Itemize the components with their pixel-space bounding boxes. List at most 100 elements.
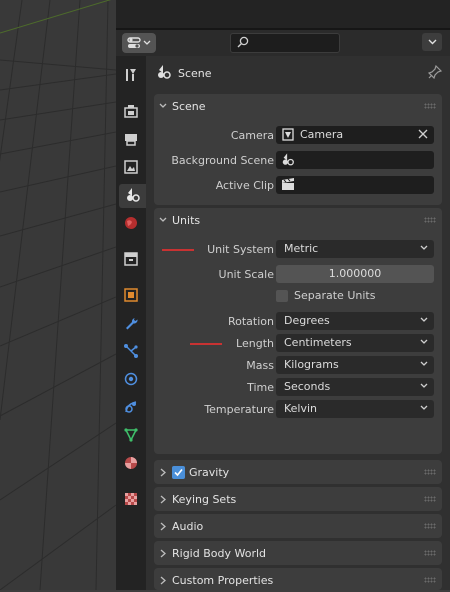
chevron-down-icon: [154, 217, 172, 223]
tab-texture[interactable]: [119, 488, 143, 512]
particles-icon: [123, 343, 139, 362]
gravity-panel-header[interactable]: Gravity: [154, 460, 442, 484]
tab-scene[interactable]: [119, 184, 146, 208]
object-icon: [123, 287, 139, 306]
chevron-down-icon: [420, 379, 428, 396]
rotation-dropdown[interactable]: Degrees: [276, 312, 434, 330]
panel-title: Scene: [172, 99, 206, 113]
wrench-icon: [123, 315, 139, 334]
separate-units-row: Separate Units: [154, 287, 442, 307]
panel-title: Custom Properties: [172, 573, 274, 587]
output-icon: [123, 131, 139, 150]
rigid-body-world-panel[interactable]: Rigid Body World: [154, 541, 442, 565]
unit-scale-value: 1.000000: [328, 267, 382, 280]
panel-title: Gravity: [189, 465, 230, 479]
scene-icon: [281, 152, 295, 170]
3d-viewport[interactable]: [0, 0, 116, 590]
background-scene-label: Background Scene: [171, 154, 274, 167]
close-icon[interactable]: [418, 129, 428, 142]
drag-handle-icon[interactable]: [424, 496, 436, 502]
drag-handle-icon[interactable]: [424, 550, 436, 556]
unit-scale-field[interactable]: 1.000000: [276, 265, 434, 283]
drag-handle-icon[interactable]: [424, 217, 436, 223]
context-breadcrumb: Scene: [156, 64, 212, 82]
audio-panel-header[interactable]: Audio: [154, 514, 442, 538]
checkbox-unchecked-icon: [276, 289, 288, 302]
active-clip-label: Active Clip: [215, 179, 274, 192]
custom-properties-panel-header[interactable]: Custom Properties: [154, 568, 442, 592]
tab-world[interactable]: [119, 212, 143, 236]
time-dropdown[interactable]: Seconds: [276, 378, 434, 396]
tab-physics[interactable]: [119, 368, 143, 392]
scene-icon: [156, 64, 172, 83]
options-button[interactable]: [422, 33, 442, 51]
background-scene-row: Background Scene: [154, 151, 442, 171]
rigid-body-world-panel-header[interactable]: Rigid Body World: [154, 541, 442, 565]
mesh-data-icon: [123, 427, 139, 446]
camera-field[interactable]: Camera: [276, 126, 434, 144]
drag-handle-icon[interactable]: [424, 577, 436, 583]
properties-content: Scene Scene Camera Camera Background Sce…: [146, 56, 450, 590]
tab-render[interactable]: [119, 100, 143, 124]
tab-particles[interactable]: [119, 340, 143, 364]
scene-panel-header[interactable]: Scene: [154, 94, 442, 118]
pin-icon[interactable]: [427, 64, 443, 82]
units-panel-header[interactable]: Units: [154, 208, 442, 232]
panel-title: Keying Sets: [172, 492, 237, 506]
tool-icon: [123, 67, 139, 86]
drag-handle-icon[interactable]: [424, 103, 436, 109]
panel-title: Units: [172, 213, 201, 227]
mass-value: Kilograms: [284, 358, 339, 371]
keying-sets-panel-header[interactable]: Keying Sets: [154, 487, 442, 511]
tab-data[interactable]: [119, 424, 143, 448]
collection-icon: [123, 251, 139, 270]
texture-icon: [123, 491, 139, 510]
tab-collection[interactable]: [119, 248, 143, 272]
chevron-right-icon: [154, 549, 172, 558]
gravity-checkbox[interactable]: [172, 465, 185, 479]
unit-system-dropdown[interactable]: Metric: [276, 240, 434, 258]
separate-units-checkbox[interactable]: Separate Units: [276, 289, 375, 302]
tab-constraints[interactable]: [119, 396, 143, 420]
audio-panel[interactable]: Audio: [154, 514, 442, 538]
keying-sets-panel[interactable]: Keying Sets: [154, 487, 442, 511]
length-label: Length: [236, 337, 274, 350]
rotation-label: Rotation: [227, 315, 274, 328]
temperature-dropdown[interactable]: Kelvin: [276, 400, 434, 418]
properties-tabs: [116, 56, 146, 590]
tab-modifiers[interactable]: [119, 312, 143, 336]
chevron-down-icon: [143, 40, 151, 46]
view-layer-icon: [123, 159, 139, 178]
chevron-right-icon: [154, 495, 172, 504]
active-clip-row: Active Clip: [154, 176, 442, 196]
time-label: Time: [247, 381, 274, 394]
length-dropdown[interactable]: Centimeters: [276, 334, 434, 352]
active-clip-field[interactable]: [276, 176, 434, 194]
mass-label: Mass: [246, 359, 274, 372]
temperature-value: Kelvin: [284, 402, 318, 415]
background-scene-field[interactable]: [276, 151, 434, 169]
rotation-value: Degrees: [284, 314, 330, 327]
upper-editor-area: [116, 0, 450, 28]
annotation-underline: [162, 249, 194, 251]
tab-view-layer[interactable]: [119, 156, 143, 180]
custom-properties-panel[interactable]: Custom Properties: [154, 568, 442, 590]
unit-system-value: Metric: [284, 242, 319, 255]
context-title: Scene: [178, 66, 212, 80]
properties-header: [116, 30, 450, 56]
tab-output[interactable]: [119, 128, 143, 152]
mass-dropdown[interactable]: Kilograms: [276, 356, 434, 374]
tab-material[interactable]: [119, 452, 143, 476]
gravity-panel[interactable]: Gravity: [154, 460, 442, 484]
tab-object[interactable]: [119, 284, 143, 308]
chevron-down-icon: [420, 357, 428, 374]
checkbox-checked-icon: [172, 465, 185, 479]
length-value: Centimeters: [284, 336, 352, 349]
tab-tool[interactable]: [119, 64, 143, 88]
rotation-row: Rotation Degrees: [154, 312, 442, 332]
search-input[interactable]: [230, 33, 340, 53]
editor-type-button[interactable]: [122, 33, 156, 53]
drag-handle-icon[interactable]: [424, 523, 436, 529]
chevron-right-icon: [154, 576, 172, 585]
drag-handle-icon[interactable]: [424, 469, 436, 475]
